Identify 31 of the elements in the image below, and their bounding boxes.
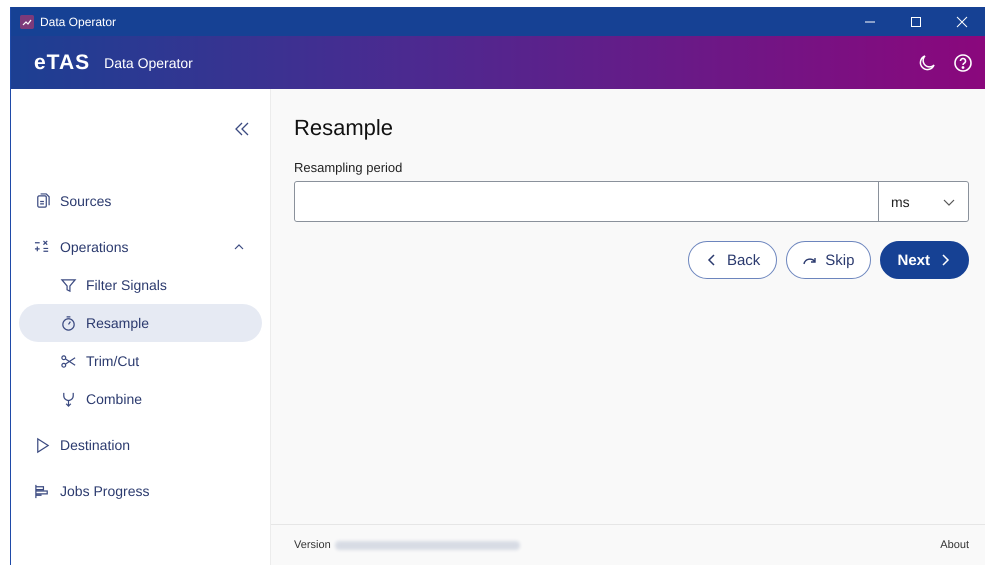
app-icon: [20, 14, 34, 28]
sidebar-item[interactable]: Sources: [19, 182, 262, 220]
sidebar-item[interactable]: Operations: [19, 228, 262, 266]
document-icon: [34, 192, 51, 210]
app-name: Data Operator: [104, 54, 194, 70]
logo: eTAS: [34, 50, 90, 74]
sidebar-item[interactable]: Jobs Progress: [19, 472, 262, 510]
sidebar-item[interactable]: Filter Signals: [19, 266, 262, 304]
sidebar-item[interactable]: Destination: [19, 426, 262, 464]
field-label: Resampling period: [294, 160, 404, 175]
collapse-icon[interactable]: [234, 121, 250, 137]
play-icon: [34, 436, 51, 454]
sidebar-item[interactable]: Trim/Cut: [19, 342, 262, 380]
back-button[interactable]: Back: [688, 241, 778, 279]
next-button[interactable]: Next: [880, 241, 969, 279]
filter-icon: [60, 276, 77, 294]
scissors-icon: [60, 352, 77, 370]
close-icon: [956, 16, 968, 28]
maximize-icon: [910, 16, 922, 28]
version-label: Version: [294, 539, 331, 551]
stopwatch-icon: [60, 314, 77, 332]
bar-list-icon: [34, 482, 51, 500]
about-link[interactable]: About: [940, 539, 969, 551]
skip-button[interactable]: Skip: [786, 241, 872, 279]
merge-arrow-icon: [60, 390, 77, 408]
page-title: Resample: [294, 115, 394, 141]
sidebar-item[interactable]: Resample: [19, 304, 262, 342]
sidebar-item[interactable]: Combine: [19, 380, 262, 418]
window-title: Data Operator: [40, 14, 118, 28]
moon-icon[interactable]: [917, 52, 937, 72]
help-icon[interactable]: [953, 52, 973, 72]
